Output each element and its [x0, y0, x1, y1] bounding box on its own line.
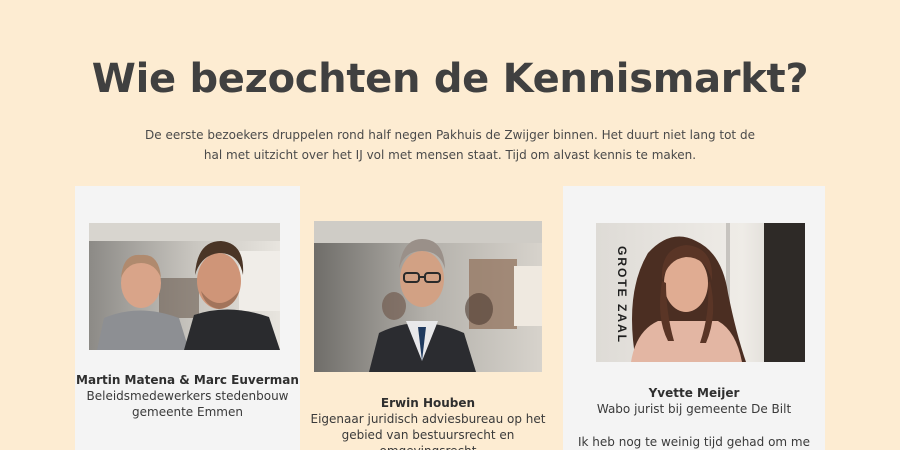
visitor-card: Erwin Houben Eigenaar juridisch adviesbu… [302, 186, 554, 450]
visitor-role: Beleidsmedewerkers stedenbouw gemeente E… [86, 389, 289, 419]
visitor-photo [89, 223, 280, 350]
intro-text: De eerste bezoekers druppelen rond half … [145, 128, 755, 162]
page-title: Wie bezochten de Kennismarkt? [91, 56, 809, 102]
visitor-card: GROTE ZAAL Yvette Meijer Wabo jurist bij… [563, 186, 825, 450]
visitor-card: Martin Matena & Marc Euverman Beleidsmed… [75, 186, 300, 450]
visitor-quote: Ik heb nog te weinig tijd gehad om me [577, 435, 811, 449]
visitor-role: Wabo jurist bij gemeente De Bilt [596, 402, 792, 416]
visitor-caption: Erwin Houben Eigenaar juridisch adviesbu… [302, 395, 554, 450]
portrait-man-glasses-image [314, 221, 542, 372]
visitor-caption: Yvette Meijer Wabo jurist bij gemeente D… [563, 385, 825, 417]
visitor-photo [314, 221, 542, 372]
page: Wie bezochten de Kennismarkt? De eerste … [0, 0, 900, 450]
portrait-two-men-image [89, 223, 280, 350]
visitor-name: Yvette Meijer [648, 386, 740, 400]
visitor-photo: GROTE ZAAL [596, 223, 805, 362]
visitor-name: Erwin Houben [380, 396, 476, 410]
visitor-name: Martin Matena & Marc Euverman [76, 373, 299, 387]
visitor-role: Eigenaar juridisch adviesbureau op het g… [310, 412, 546, 450]
visitor-caption: Martin Matena & Marc Euverman Beleidsmed… [75, 372, 300, 420]
photo-sign-text: GROTE ZAAL [615, 246, 629, 344]
